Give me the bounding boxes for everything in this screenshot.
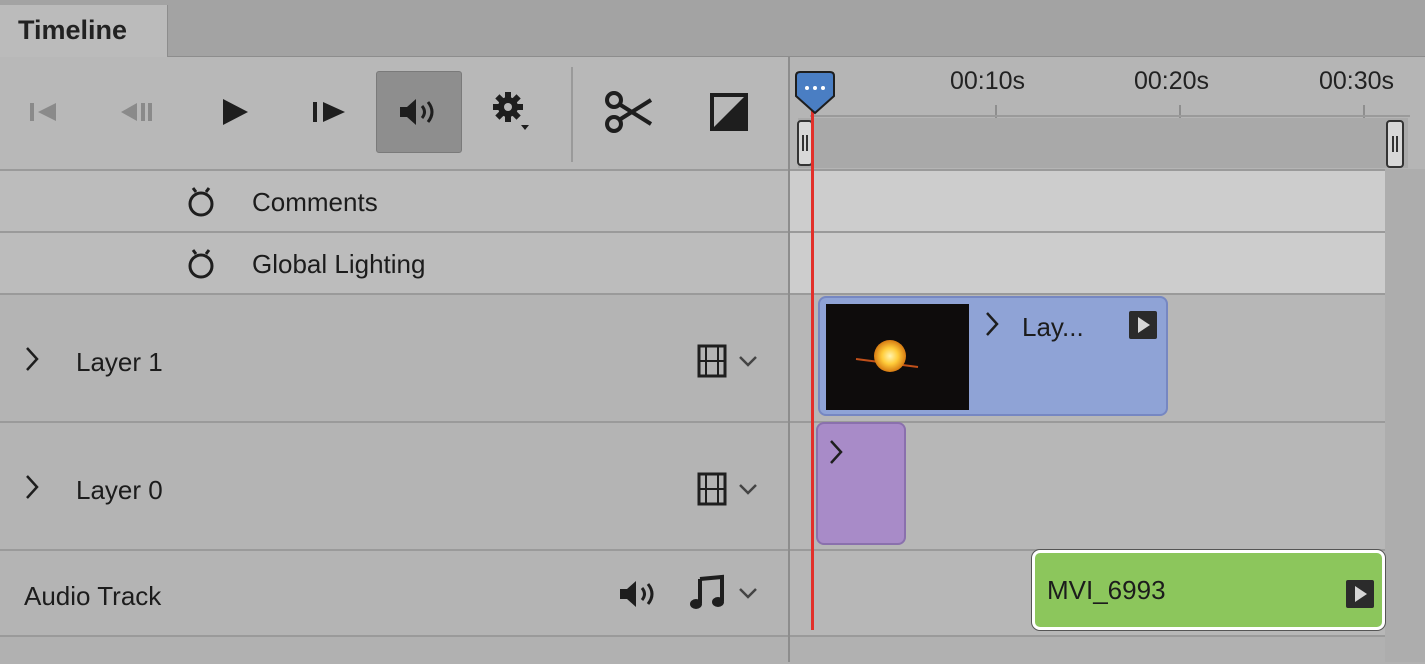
layer-1-track-header: Layer 1: [0, 293, 788, 421]
chevron-right-icon[interactable]: [24, 473, 40, 501]
timeline-toolbar: [0, 57, 788, 169]
go-to-first-frame-button[interactable]: [0, 71, 86, 153]
play-icon: [223, 99, 248, 125]
playhead-line: [811, 100, 814, 630]
music-note-icon[interactable]: [688, 573, 768, 613]
group-clip-layer-0[interactable]: [816, 422, 906, 545]
comments-track-header: Comments: [0, 169, 788, 231]
ruler-tick-label: 00:20s: [1134, 67, 1210, 95]
clip-options-icon[interactable]: [1128, 310, 1158, 340]
clip-label: MVI_6993: [1047, 575, 1166, 605]
settings-button[interactable]: [468, 71, 554, 153]
work-area-bar[interactable]: [798, 118, 1408, 168]
clip-label: Lay...: [1022, 312, 1084, 342]
playhead-handle-icon[interactable]: [793, 70, 837, 116]
chevron-right-icon[interactable]: [984, 310, 1000, 338]
transition-icon: [710, 93, 748, 131]
track-label: Audio Track: [24, 581, 162, 611]
global-lighting-track-header: Global Lighting: [0, 231, 788, 293]
ruler-tick-label: 00:10s: [950, 67, 1026, 95]
chevron-right-icon[interactable]: [828, 438, 844, 466]
mute-audio-button[interactable]: [376, 71, 462, 153]
track-label: Comments: [252, 187, 378, 217]
layer-0-track-header: Layer 0: [0, 421, 788, 549]
track-label: Layer 1: [76, 347, 163, 377]
go-to-first-frame-icon: [30, 103, 56, 121]
video-clip-layer-1[interactable]: Lay...: [818, 296, 1168, 416]
work-area-end-handle[interactable]: [1386, 120, 1404, 168]
split-at-playhead-button[interactable]: [586, 71, 672, 153]
speaker-icon[interactable]: [616, 577, 662, 611]
audio-clip[interactable]: MVI_6993: [1032, 550, 1385, 630]
transition-button[interactable]: [686, 71, 772, 153]
mute-audio-icon: [400, 99, 434, 125]
clip-options-icon[interactable]: [1345, 579, 1375, 609]
film-icon[interactable]: [696, 343, 766, 379]
play-button[interactable]: [192, 71, 278, 153]
ruler-baseline: [810, 115, 1410, 117]
audio-track-header: Audio Track: [0, 549, 788, 635]
clip-thumbnail: [826, 304, 969, 410]
track-label: Layer 0: [76, 475, 163, 505]
stopwatch-icon[interactable]: [184, 247, 218, 281]
stopwatch-icon[interactable]: [184, 185, 218, 219]
next-frame-button[interactable]: [286, 71, 372, 153]
timeline-footer: [0, 635, 1425, 664]
chevron-right-icon[interactable]: [24, 345, 40, 373]
panel-tab-bar: [0, 0, 1425, 57]
comments-track[interactable]: [790, 169, 1385, 231]
track-scroll-gutter: [1385, 169, 1425, 662]
previous-frame-icon: [121, 103, 152, 121]
ruler-tick-label: 00:30s: [1319, 67, 1395, 95]
settings-gear-icon: [493, 92, 529, 130]
split-at-playhead-icon: [605, 91, 653, 133]
previous-frame-button[interactable]: [94, 71, 180, 153]
global-lighting-track[interactable]: [790, 231, 1385, 293]
film-icon[interactable]: [696, 471, 766, 507]
track-label: Global Lighting: [252, 249, 426, 279]
toolbar-divider: [571, 67, 573, 162]
tab-timeline[interactable]: Timeline: [0, 5, 168, 57]
next-frame-icon: [313, 102, 345, 122]
